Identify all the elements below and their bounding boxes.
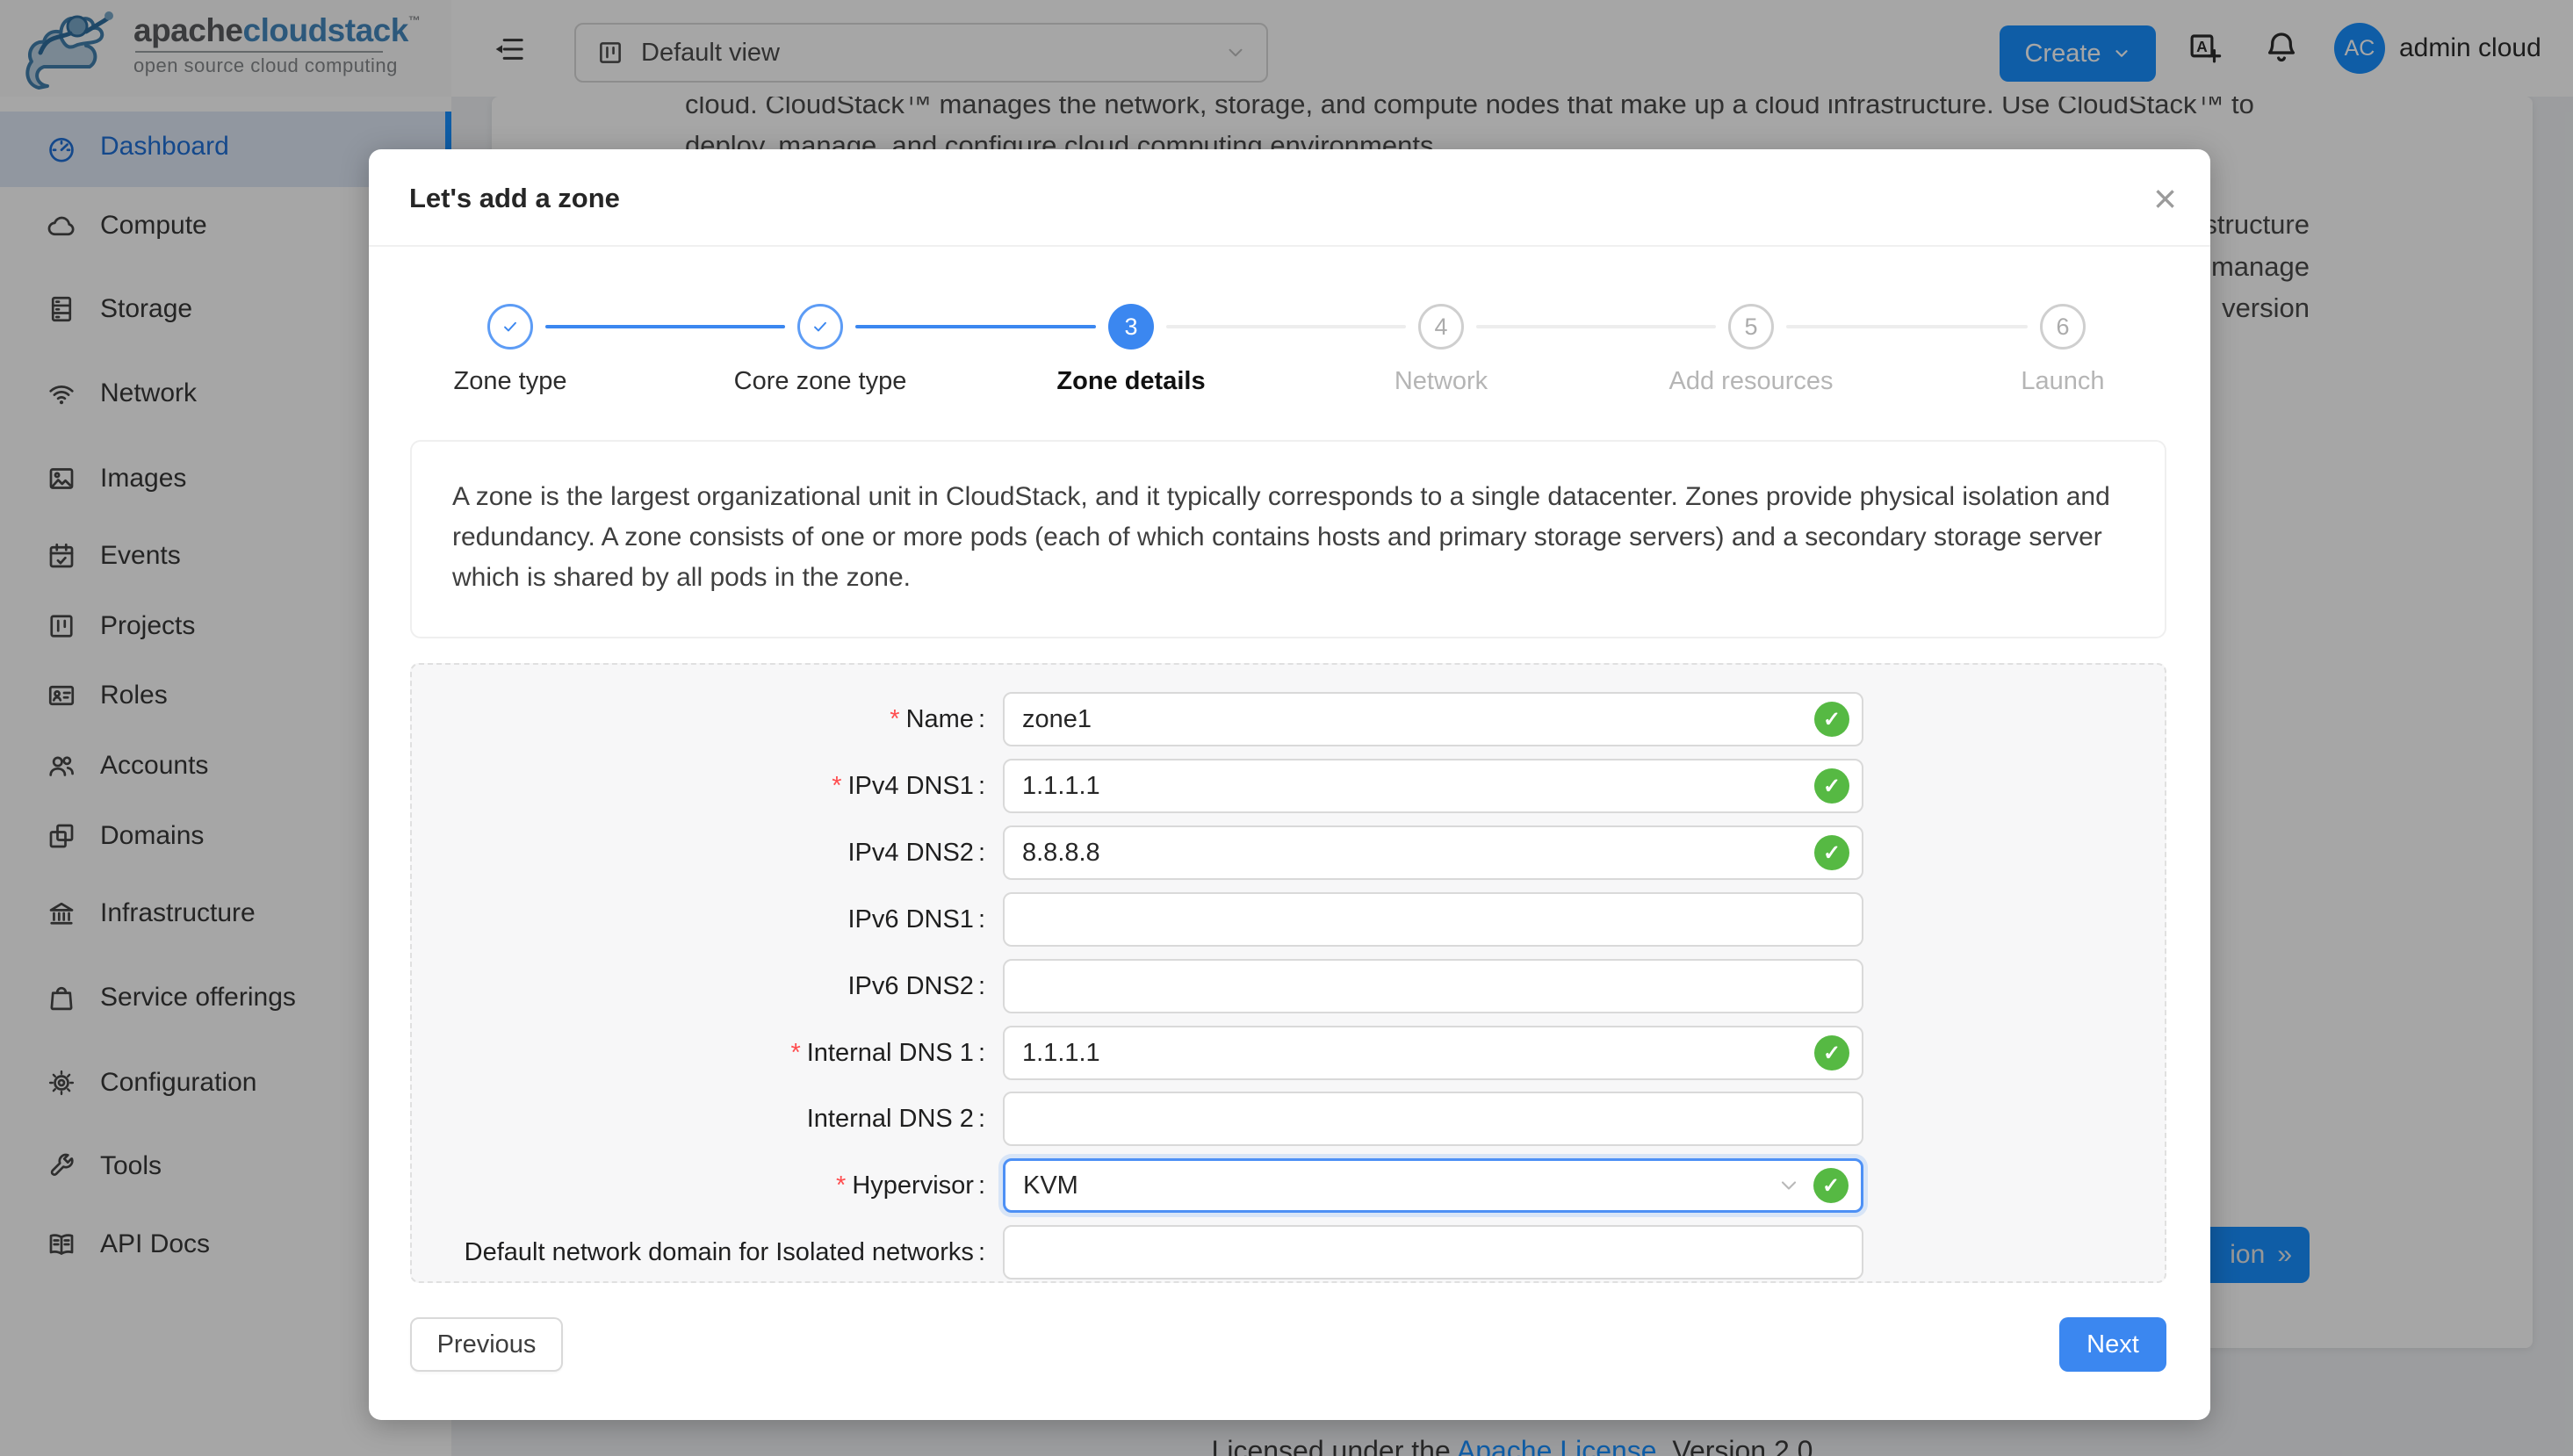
internal-dns-2-input[interactable]: [1003, 1092, 1863, 1146]
form-row-internal-dns-1: *Internal DNS 1: 1.1.1.1 ✓: [412, 1026, 2165, 1080]
check-icon: [499, 315, 522, 338]
form-row-ipv6-dns2: IPv6 DNS2:: [412, 959, 2165, 1013]
ipv6-dns1-input[interactable]: [1003, 892, 1863, 947]
field-value: zone1: [1022, 705, 1092, 734]
field-label: *IPv4 DNS1:: [412, 759, 985, 813]
field-label: *Internal DNS 1:: [412, 1026, 985, 1080]
step-connector: [1166, 325, 1406, 328]
required-asterisk: *: [790, 1039, 800, 1068]
cloudstack-app: cloud. CloudStack™ manages the network, …: [0, 0, 2573, 1456]
field-value: 1.1.1.1: [1022, 1039, 1100, 1068]
wizard-step-circle-3[interactable]: 3: [1108, 304, 1154, 350]
ipv6-dns2-input[interactable]: [1003, 959, 1863, 1013]
field-value: 1.1.1.1: [1022, 772, 1100, 801]
check-icon: [809, 315, 832, 338]
wizard-step-circle-4[interactable]: 4: [1418, 304, 1464, 350]
field-label: IPv6 DNS2:: [412, 959, 985, 1013]
required-asterisk: *: [836, 1171, 846, 1200]
add-zone-modal: Let's add a zone × Zone typeCore zone ty…: [369, 149, 2210, 1420]
field-label: *Hypervisor:: [412, 1158, 985, 1213]
next-button[interactable]: Next: [2059, 1317, 2166, 1372]
wizard-step-label: Core zone type: [662, 367, 978, 396]
step-connector: [1476, 325, 1716, 328]
previous-button[interactable]: Previous: [410, 1317, 563, 1372]
form-row-internal-dns-2: Internal DNS 2:: [412, 1092, 2165, 1146]
required-asterisk: *: [832, 772, 841, 801]
wizard-step-circle-5[interactable]: 5: [1728, 304, 1774, 350]
valid-check-icon: ✓: [1814, 768, 1849, 804]
wizard-step-circle-2[interactable]: [797, 304, 843, 350]
wizard-step-circle-6[interactable]: 6: [2040, 304, 2086, 350]
modal-title: Let's add a zone: [409, 149, 620, 247]
wizard-step-label: Zone details: [973, 367, 1289, 396]
wizard-step-circle-1[interactable]: [487, 304, 533, 350]
step-connector: [545, 325, 785, 328]
ipv4-dns1-input[interactable]: 1.1.1.1 ✓: [1003, 759, 1863, 813]
zone-description: A zone is the largest organizational uni…: [410, 440, 2166, 638]
field-label: IPv6 DNS1:: [412, 892, 985, 947]
form-row-hypervisor: *Hypervisor: KVM ✓: [412, 1158, 2165, 1213]
form-row-ipv4-dns2: IPv4 DNS2: 8.8.8.8 ✓: [412, 825, 2165, 880]
zone-details-form: *Name:zone1✓*IPv4 DNS1:1.1.1.1✓IPv4 DNS2…: [410, 663, 2166, 1283]
step-connector: [855, 325, 1096, 328]
step-connector: [1786, 325, 2028, 328]
ipv4-dns2-input[interactable]: 8.8.8.8 ✓: [1003, 825, 1863, 880]
form-row-ipv4-dns1: *IPv4 DNS1: 1.1.1.1 ✓: [412, 759, 2165, 813]
form-row-default-network-domain-for-isolated-networks: Default network domain for Isolated netw…: [412, 1225, 2165, 1279]
field-value: KVM: [1023, 1171, 1078, 1200]
wizard-step-label: Launch: [1905, 367, 2221, 396]
form-row-ipv6-dns1: IPv6 DNS1:: [412, 892, 2165, 947]
field-label: Default network domain for Isolated netw…: [412, 1225, 985, 1279]
name-input[interactable]: zone1 ✓: [1003, 692, 1863, 746]
valid-check-icon: ✓: [1814, 1035, 1849, 1070]
required-asterisk: *: [890, 705, 899, 734]
default-network-domain-for-isolated-networks-input[interactable]: [1003, 1225, 1863, 1279]
wizard-step-label: Zone type: [352, 367, 668, 396]
valid-check-icon: ✓: [1814, 702, 1849, 737]
wizard-step-label: Network: [1283, 367, 1599, 396]
wizard-step-label: Add resources: [1593, 367, 1909, 396]
chevron-down-icon: [1777, 1173, 1801, 1198]
valid-check-icon: ✓: [1814, 835, 1849, 870]
field-value: 8.8.8.8: [1022, 839, 1100, 868]
close-icon[interactable]: ×: [2153, 149, 2177, 247]
field-label: Internal DNS 2:: [412, 1092, 985, 1146]
valid-check-icon: ✓: [1813, 1168, 1849, 1203]
field-label: *Name:: [412, 692, 985, 746]
field-label: IPv4 DNS2:: [412, 825, 985, 880]
modal-header: Let's add a zone ×: [369, 149, 2210, 247]
form-row-name: *Name: zone1 ✓: [412, 692, 2165, 746]
internal-dns-1-input[interactable]: 1.1.1.1 ✓: [1003, 1026, 1863, 1080]
hypervisor-select[interactable]: KVM ✓: [1003, 1158, 1863, 1213]
